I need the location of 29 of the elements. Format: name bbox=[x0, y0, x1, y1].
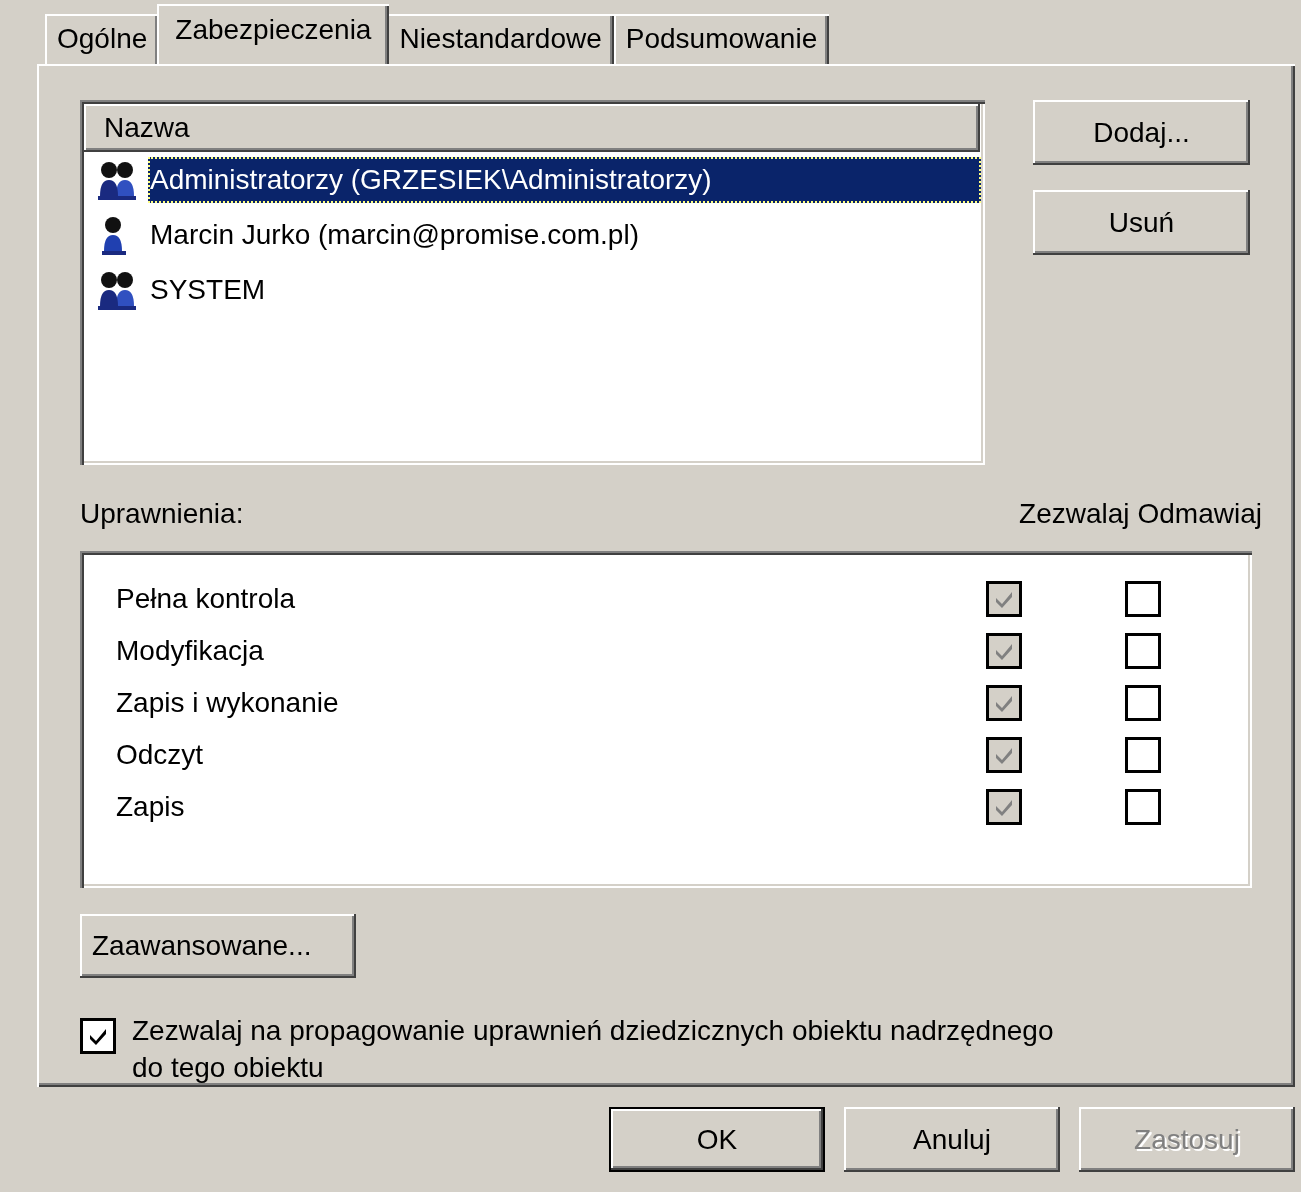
tab[interactable]: Podsumowanie bbox=[613, 14, 830, 64]
account-list[interactable]: Nazwa Administratorzy (GRZESIEK\Administratorzy) Marcin Jurko (marcin@promise.com.pl) SYSTEM bbox=[80, 100, 985, 465]
list-item[interactable]: Administratorzy (GRZESIEK\Administratorzy) bbox=[148, 156, 981, 203]
permission-name: Odczyt bbox=[116, 738, 205, 772]
permission-name: Zapis i wykonanie bbox=[116, 686, 340, 720]
tab[interactable]: Niestandardowe bbox=[387, 14, 614, 64]
checkbox[interactable] bbox=[1125, 581, 1161, 617]
column-header[interactable]: Nazwa bbox=[84, 104, 980, 152]
permission-name: Zapis bbox=[116, 790, 186, 824]
checkbox[interactable] bbox=[1125, 737, 1161, 773]
dialog-button[interactable]: OK bbox=[609, 1107, 825, 1172]
column-header: Odmawiaj bbox=[1137, 497, 1262, 531]
advanced-button[interactable]: Zaawansowane... bbox=[80, 914, 356, 978]
list-item[interactable]: Marcin Jurko (marcin@promise.com.pl) bbox=[148, 211, 641, 258]
checkbox[interactable] bbox=[1125, 633, 1161, 669]
inherit-label: Zezwalaj na propagowanie uprawnień dziedzicznych obiektu nadrzędnego do tego obiektu bbox=[132, 1014, 1054, 1085]
inherit-checkbox[interactable] bbox=[80, 1018, 116, 1054]
tab[interactable]: Zabezpieczenia bbox=[157, 4, 390, 64]
permissions-label: Uprawnienia: bbox=[80, 497, 244, 531]
tab[interactable]: Ogólne bbox=[45, 14, 160, 64]
dialog-button[interactable]: Dodaj... bbox=[1033, 100, 1250, 165]
dialog-button[interactable]: Usuń bbox=[1033, 190, 1250, 255]
column-header: Zezwalaj bbox=[1019, 497, 1130, 531]
permission-name: Pełna kontrola bbox=[116, 582, 296, 616]
checkbox[interactable] bbox=[1125, 685, 1161, 721]
dialog-button[interactable]: Anuluj bbox=[844, 1107, 1060, 1172]
list-item[interactable]: SYSTEM bbox=[148, 266, 268, 313]
permission-name: Modyfikacja bbox=[116, 634, 265, 668]
checkbox[interactable] bbox=[1125, 789, 1161, 825]
